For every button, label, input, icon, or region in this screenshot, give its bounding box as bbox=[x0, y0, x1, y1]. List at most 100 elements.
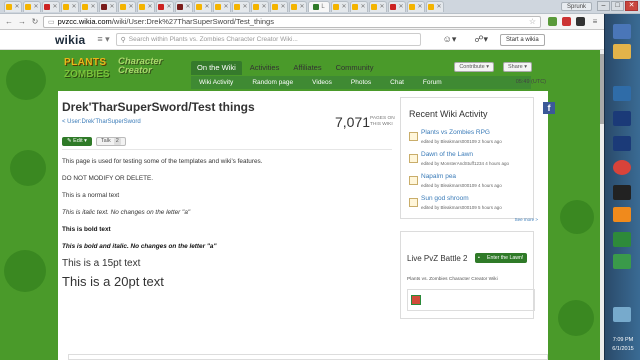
browser-tab[interactable]: ✕ bbox=[331, 1, 349, 12]
star-icon[interactable]: ☆ bbox=[529, 17, 536, 26]
reload-icon[interactable]: ↻ bbox=[30, 17, 40, 27]
vlc-icon[interactable] bbox=[613, 207, 631, 222]
media-player-icon[interactable] bbox=[613, 86, 631, 101]
browser-tab-active[interactable]: L bbox=[308, 1, 330, 12]
browser-user-button[interactable]: Sprunk bbox=[560, 2, 592, 11]
close-window-icon[interactable]: ✕ bbox=[625, 1, 638, 11]
subnav-forum[interactable]: Forum bbox=[423, 79, 442, 86]
close-tab-icon[interactable]: ✕ bbox=[128, 4, 133, 10]
participant-avatar[interactable] bbox=[411, 295, 421, 305]
browser-tab[interactable]: ✕ bbox=[426, 1, 444, 12]
taskbar-time[interactable]: 7:09 PM bbox=[605, 336, 640, 344]
app-icon[interactable] bbox=[613, 254, 631, 269]
search-input[interactable]: ⚲ Search within Plants vs. Zombies Chara… bbox=[115, 33, 421, 46]
browser-tab[interactable]: ✕ bbox=[156, 1, 174, 12]
close-tab-icon[interactable]: ✕ bbox=[185, 4, 190, 10]
browser-tab[interactable]: ✕ bbox=[407, 1, 425, 12]
activity-title[interactable]: Napalm pea bbox=[421, 173, 456, 180]
subnav-photos[interactable]: Photos bbox=[351, 79, 371, 86]
browser-tab[interactable]: ✕ bbox=[289, 1, 307, 12]
start-wiki-button[interactable]: Start a wikia bbox=[500, 33, 545, 46]
terminal-icon[interactable] bbox=[613, 185, 631, 200]
browser-tab[interactable]: ✕ bbox=[61, 1, 79, 12]
browser-tab[interactable]: ✕ bbox=[4, 1, 22, 12]
see-more-link[interactable]: See more > bbox=[515, 217, 538, 222]
edit-button[interactable]: ✎ Edit ▾ bbox=[62, 137, 92, 146]
extension-icon[interactable] bbox=[562, 17, 571, 26]
minimize-icon[interactable]: – bbox=[597, 1, 610, 11]
chrome-icon[interactable] bbox=[613, 160, 631, 175]
close-tab-icon[interactable]: ✕ bbox=[360, 4, 365, 10]
photoshop-icon[interactable] bbox=[613, 136, 631, 151]
tab-affiliates[interactable]: Affiliates bbox=[287, 61, 327, 75]
user-avatar-icon[interactable]: ☺▾ bbox=[443, 34, 457, 45]
close-tab-icon[interactable]: ✕ bbox=[166, 4, 171, 10]
browser-tab[interactable]: ✕ bbox=[23, 1, 41, 12]
close-tab-icon[interactable]: ✕ bbox=[379, 4, 384, 10]
enter-lawn-button[interactable]: ▪ Enter the Lawn! bbox=[475, 253, 528, 263]
close-tab-icon[interactable]: ✕ bbox=[109, 4, 114, 10]
close-tab-icon[interactable]: ✕ bbox=[261, 4, 266, 10]
share-button[interactable]: Share ▾ bbox=[503, 62, 532, 72]
close-tab-icon[interactable]: ✕ bbox=[52, 4, 57, 10]
browser-tab[interactable]: ✕ bbox=[369, 1, 387, 12]
browser-tab[interactable]: ✕ bbox=[350, 1, 368, 12]
contribute-button[interactable]: Contribute ▾ bbox=[454, 62, 494, 72]
close-tab-icon[interactable]: ✕ bbox=[223, 4, 228, 10]
app-icon[interactable] bbox=[613, 307, 631, 322]
browser-tab[interactable]: ✕ bbox=[213, 1, 231, 12]
close-tab-icon[interactable]: ✕ bbox=[33, 4, 38, 10]
url-input[interactable]: ▭ pvzcc.wikia.com/wiki/User:Drek%27TharS… bbox=[43, 15, 541, 28]
notifications-icon[interactable]: ☍▾ bbox=[474, 34, 488, 45]
pvz-wordmark-logo[interactable]: PLANTS ZOMBIES Character Creator bbox=[64, 57, 176, 89]
browser-tab[interactable]: ✕ bbox=[42, 1, 60, 12]
close-tab-icon[interactable]: ✕ bbox=[417, 4, 422, 10]
close-tab-icon[interactable]: ✕ bbox=[204, 4, 209, 10]
facebook-icon[interactable]: f bbox=[543, 102, 555, 114]
back-arrow-icon[interactable]: ← bbox=[4, 17, 14, 27]
close-tab-icon[interactable]: ✕ bbox=[90, 4, 95, 10]
taskbar-date[interactable]: 6/1/2015 bbox=[605, 345, 640, 353]
subnav-chat[interactable]: Chat bbox=[390, 79, 404, 86]
close-tab-icon[interactable]: ✕ bbox=[341, 4, 346, 10]
browser-tab[interactable]: ✕ bbox=[80, 1, 98, 12]
subnav-videos[interactable]: Videos bbox=[312, 79, 332, 86]
extension-icon[interactable] bbox=[548, 17, 557, 26]
close-tab-icon[interactable]: ✕ bbox=[71, 4, 76, 10]
talk-button[interactable]: Talk 2 bbox=[95, 137, 126, 146]
maximize-icon[interactable]: □ bbox=[611, 1, 624, 11]
browser-tab[interactable]: ✕ bbox=[175, 1, 193, 12]
forward-arrow-icon[interactable]: → bbox=[17, 17, 27, 27]
browser-tab[interactable]: ✕ bbox=[99, 1, 117, 12]
extension-icon[interactable] bbox=[576, 17, 585, 26]
activity-title[interactable]: Dawn of the Lawn bbox=[421, 151, 473, 158]
app-icon[interactable] bbox=[613, 232, 631, 247]
folder-icon[interactable] bbox=[613, 44, 631, 59]
close-tab-icon[interactable]: ✕ bbox=[242, 4, 247, 10]
browser-tab[interactable]: ✕ bbox=[194, 1, 212, 12]
subnav-wiki-activity[interactable]: Wiki Activity bbox=[199, 79, 233, 86]
wikia-logo[interactable]: wikia bbox=[55, 33, 85, 47]
close-tab-icon[interactable]: ✕ bbox=[280, 4, 285, 10]
app-icon[interactable] bbox=[613, 24, 631, 39]
photoshop-icon[interactable] bbox=[613, 111, 631, 126]
activity-title[interactable]: Sun god shroom bbox=[421, 195, 469, 202]
tab-on-the-wiki[interactable]: On the Wiki bbox=[191, 61, 242, 75]
menu-icon[interactable]: ≡ bbox=[590, 17, 600, 27]
close-tab-icon[interactable]: ✕ bbox=[398, 4, 403, 10]
hamburger-menu-icon[interactable]: ≡ ▾ bbox=[97, 34, 109, 45]
browser-tab[interactable]: ✕ bbox=[251, 1, 269, 12]
close-tab-icon[interactable]: ✕ bbox=[14, 4, 19, 10]
activity-title[interactable]: Plants vs Zombies RPG bbox=[421, 129, 490, 136]
close-tab-icon[interactable]: ✕ bbox=[147, 4, 152, 10]
browser-tab[interactable]: ✕ bbox=[232, 1, 250, 12]
tab-activities[interactable]: Activities bbox=[244, 61, 286, 75]
close-tab-icon[interactable]: ✕ bbox=[299, 4, 304, 10]
browser-tab[interactable]: ✕ bbox=[137, 1, 155, 12]
browser-tab[interactable]: ✕ bbox=[270, 1, 288, 12]
browser-tab[interactable]: ✕ bbox=[118, 1, 136, 12]
tab-community[interactable]: Community bbox=[330, 61, 380, 75]
subnav-random-page[interactable]: Random page bbox=[252, 79, 293, 86]
back-to-user-link[interactable]: < User:Drek'TharSuperSword bbox=[62, 119, 141, 125]
browser-tab[interactable]: ✕ bbox=[388, 1, 406, 12]
